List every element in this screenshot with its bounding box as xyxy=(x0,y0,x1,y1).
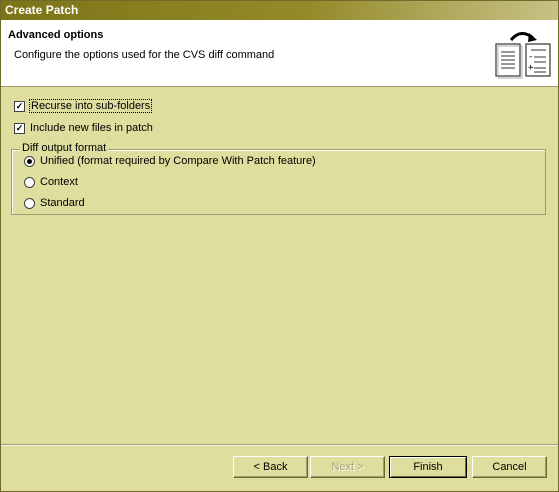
finish-button[interactable]: Finish xyxy=(389,456,467,478)
page-description: Configure the options used for the CVS d… xyxy=(14,49,275,61)
diff-output-format-legend: Diff output format xyxy=(20,142,109,154)
svg-text:+: + xyxy=(528,63,534,73)
standard-format-radio[interactable]: Standard xyxy=(24,196,85,210)
page-title: Advanced options xyxy=(8,29,104,41)
window-title: Create Patch xyxy=(1,1,558,20)
include-new-files-label: Include new files in patch xyxy=(30,122,153,134)
checkmark-icon: ✓ xyxy=(14,122,25,134)
standard-format-label: Standard xyxy=(40,197,85,209)
checkmark-icon: ✓ xyxy=(14,100,25,112)
recurse-subfolders-label: Recurse into sub-folders xyxy=(28,99,153,113)
next-button[interactable]: Next > xyxy=(310,456,385,478)
patch-documents-icon: - + xyxy=(495,32,551,79)
radio-unselected-icon xyxy=(24,176,35,188)
unified-format-label: Unified (format required by Compare With… xyxy=(40,155,316,167)
context-format-label: Context xyxy=(40,176,78,188)
unified-format-radio[interactable]: Unified (format required by Compare With… xyxy=(24,154,316,168)
radio-selected-icon xyxy=(24,155,35,167)
context-format-radio[interactable]: Context xyxy=(24,175,78,189)
create-patch-dialog: Create Patch Advanced options Configure … xyxy=(0,0,559,492)
include-new-files-checkbox[interactable]: ✓ Include new files in patch xyxy=(14,121,153,135)
cancel-button[interactable]: Cancel xyxy=(472,456,547,478)
footer-separator xyxy=(1,444,558,446)
radio-unselected-icon xyxy=(24,197,35,209)
recurse-subfolders-checkbox[interactable]: ✓ Recurse into sub-folders xyxy=(14,99,153,113)
svg-text:-: - xyxy=(528,52,533,62)
back-button[interactable]: < Back xyxy=(233,456,308,478)
wizard-banner: Advanced options Configure the options u… xyxy=(1,20,558,87)
